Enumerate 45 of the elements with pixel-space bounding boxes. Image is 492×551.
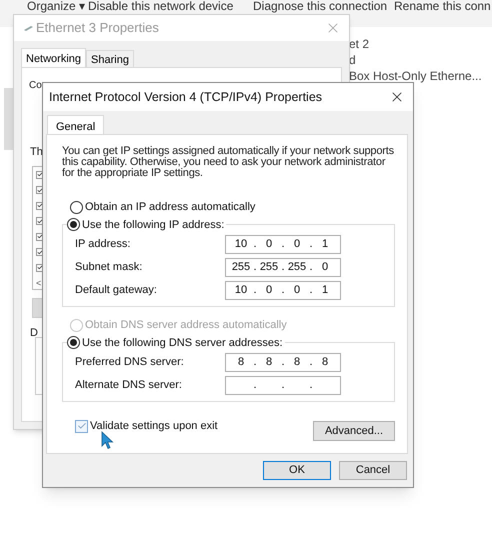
tab[interactable]: Sharing [86,50,134,67]
checkmark-icon [37,171,43,178]
toolbar-button[interactable]: Rename this conn [394,0,491,27]
section-label: Th [30,145,43,160]
radio-button[interactable] [70,200,83,214]
tab[interactable]: Networking [21,48,86,67]
field-label: Default gateway: [74,283,158,298]
radio-button[interactable] [67,218,80,232]
window-title: Ethernet 3 Properties [36,19,160,38]
field-label: Alternate DNS server: [74,378,183,394]
ip-address-field[interactable]: 255 . 255 . 255 . 0 [225,258,341,277]
tab[interactable]: General [47,115,104,134]
section-label: D [30,326,38,340]
mouse-cursor-icon [101,431,114,450]
description-text: You can get IP settings assigned automatically if your network supports this capability. Otherwise, you need to ask your network administrator for the appropriate IP settings. [62,146,395,179]
advanced-button[interactable]: Advanced... [313,421,395,441]
window-edge [4,88,13,150]
radio-label: Obtain DNS server address automatically [85,318,287,333]
ok-button[interactable]: OK [263,461,331,480]
checkbox-label: Validate settings upon exit [90,418,218,434]
checkmark-icon [37,186,43,194]
ip-address-field[interactable]: 10 . 0 . 0 . 1 [225,281,341,300]
ip-address-field[interactable]: . . . [225,376,341,395]
checkmark-icon [37,218,43,224]
connection-detail: et 2 [349,36,370,52]
ip-address-field[interactable]: 10 . 0 . 0 . 1 [225,235,341,254]
radio-button[interactable] [67,336,80,350]
ip-address-field[interactable]: 8 . 8 . 8 . 8 [225,353,341,372]
network-icon [24,25,33,31]
radio-label: Use the following DNS server addresses: [82,336,283,350]
connection-detail: Box Host-Only Etherne... [349,68,482,84]
checkmark-icon [37,202,43,209]
field-label: IP address: [74,237,132,252]
section-label: Co [29,79,42,93]
field-label: Subnet mask: [74,260,144,276]
checkmark-icon [37,264,43,271]
window-title: Internet Protocol Version 4 (TCP/IPv4) Properties [49,88,324,106]
checkbox[interactable] [75,420,88,432]
cancel-button[interactable]: Cancel [339,461,407,480]
checkmark-icon [76,421,86,431]
checkmark-icon [37,233,43,240]
radio-label: Obtain an IP address automatically [85,200,256,215]
radio-label: Use the following IP address: [82,218,224,232]
field-label: Preferred DNS server: [74,355,185,370]
checkmark-icon [37,248,43,256]
